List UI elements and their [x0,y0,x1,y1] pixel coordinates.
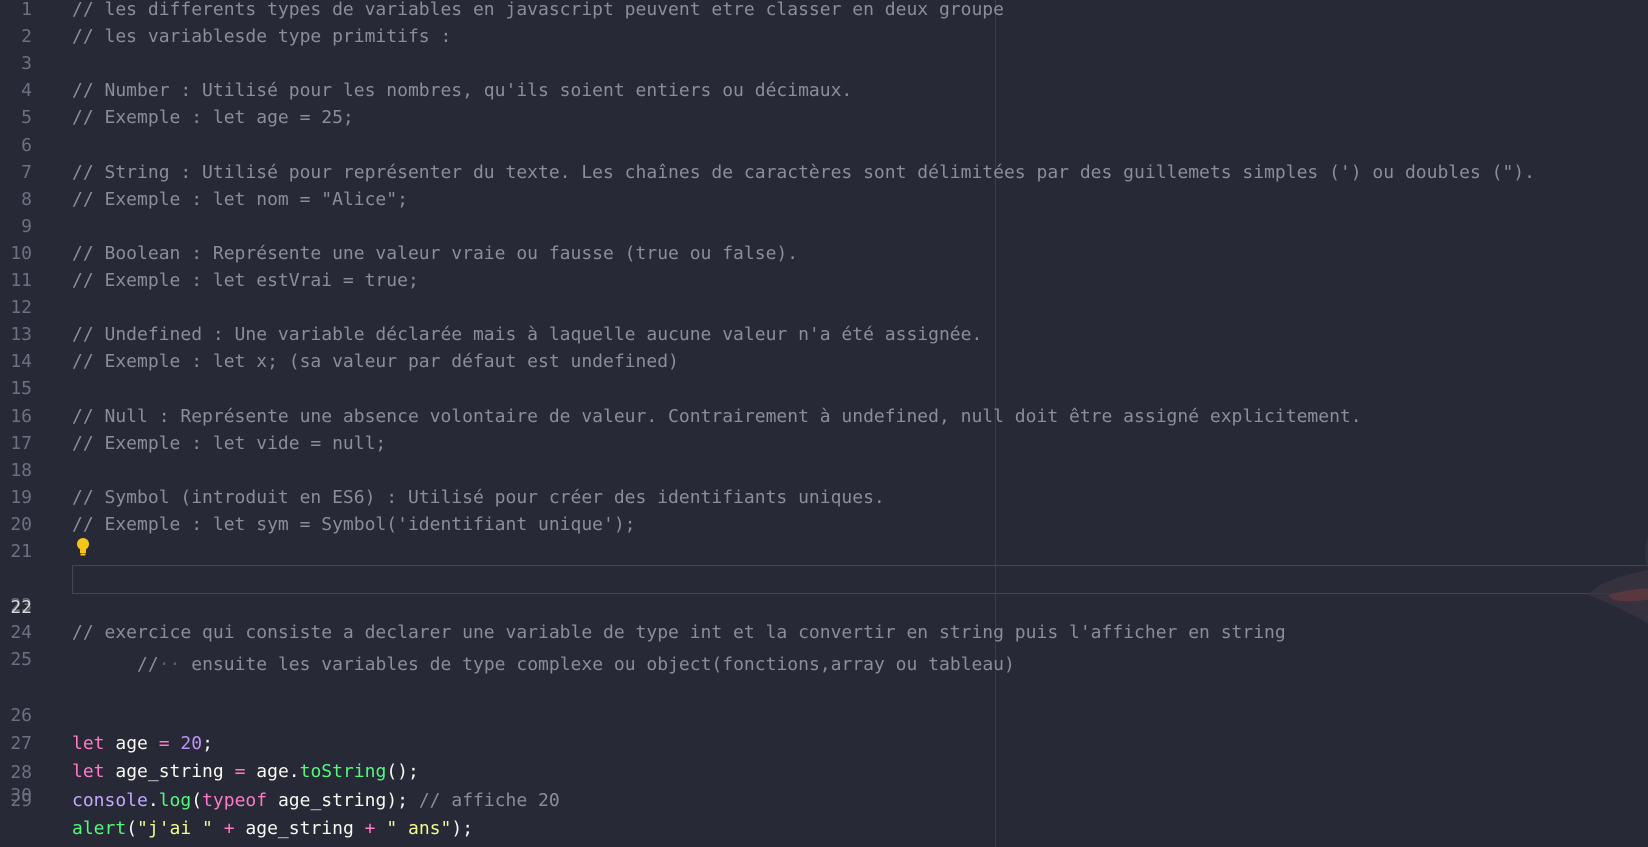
punctuation-token: ( [191,790,203,811]
punctuation-token: ); [451,818,474,839]
line-number: 14 [10,351,32,373]
code-line[interactable]: 21 [0,538,1648,567]
code-line[interactable]: 11 // Exemple : let estVrai = true; [0,267,1648,296]
function-token: log [158,790,192,811]
keyword-token: typeof [202,790,268,811]
code-line[interactable]: 28 console.log(typeof age_string); // af… [0,730,1648,812]
code-line[interactable]: 22 //·· ensuite les variables de type co… [0,565,1648,675]
code-editor[interactable]: 1 // les differents types de variables en… [0,0,1648,847]
line-number: 18 [10,459,32,481]
comment-token: // Exemple : let x; (sa valeur par défau… [72,351,679,373]
string-token: "j'ai " [137,818,213,839]
code-line[interactable]: 9 [0,213,1648,242]
code-line[interactable]: 6 [0,132,1648,161]
code-line[interactable]: 1 // les differents types de variables en… [0,0,1648,25]
comment-token: // les variablesde type primitifs : [72,26,452,48]
line-number: 13 [10,324,32,346]
variable-token: age_string [245,818,354,839]
code-line[interactable]: 23 [0,592,1648,621]
code-line[interactable]: 16 // Null : Représente une absence volon… [0,403,1648,432]
comment-token: // Exemple : let estVrai = true; [72,270,419,291]
whitespace-marker: ·· [158,653,181,675]
code-line[interactable]: 17 // Exemple : let vide = null; [0,430,1648,459]
code-line[interactable]: 10 // Boolean : Représente une valeur vra… [0,240,1648,269]
line-number: 11 [10,270,32,291]
line-number: 16 [10,405,32,427]
code-line[interactable]: 15 [0,375,1648,404]
background-decoration-image [1588,535,1648,624]
line-number: 17 [10,432,32,454]
code-line[interactable]: 20 // Exemple : let sym = Symbol('identif… [0,511,1648,540]
code-line[interactable]: 14 // Exemple : let x; (sa valeur par déf… [0,348,1648,377]
comment-token: ensuite les variables de type complexe o… [191,653,1015,675]
line-number: 4 [21,80,32,102]
punctuation-token: . [147,790,159,811]
line-number: 12 [10,297,32,319]
line-number: 10 [10,242,32,264]
comment-token: // les differents types de variables en … [72,0,1004,20]
string-token: " ans" [386,818,452,839]
line-number: 1 [21,0,32,20]
comment-token: // Exemple : let age = 25; [72,107,354,129]
code-line[interactable]: 7 // String : Utilisé pour représenter du… [0,159,1648,188]
comment-token: // affiche 20 [418,790,560,811]
punctuation-token: ); [386,790,408,811]
operator-token: + [364,818,376,839]
line-number: 6 [21,134,32,156]
lightbulb-icon[interactable] [76,537,90,557]
code-line[interactable]: 8 // Exemple : let nom = "Alice"; [0,186,1648,215]
code-line[interactable]: 12 [0,294,1648,323]
code-line[interactable]: 19 // Symbol (introduit en ES6) : Utilisé… [0,484,1648,513]
line-number: 19 [10,486,32,508]
comment-token: // String : Utilisé pour représenter du … [72,161,1535,183]
code-line[interactable]: 29 alert("j'ai " + age_string + " ans"); [0,758,1648,840]
comment-token: // Exemple : let vide = null; [72,432,387,454]
code-line[interactable]: 27 let age_string = age.toString(); [0,701,1648,783]
punctuation-token: ( [126,818,138,839]
comment-token: // Null : Représente une absence volonta… [72,405,1362,427]
comment-token: // Undefined : Une variable déclarée mai… [72,324,983,346]
line-number: 22 [10,596,32,618]
comment-token: // Symbol (introduit en ES6) : Utilisé p… [72,486,885,508]
comment-token: // Boolean : Représente une valeur vraie… [72,242,799,264]
comment-token: // [137,653,159,675]
line-number: 21 [10,541,32,562]
function-token: alert [72,818,127,839]
line-number: 7 [21,161,32,183]
line-number: 9 [21,215,32,237]
code-line[interactable]: 2 // les variablesde type primitifs : [0,23,1648,52]
line-number: 29 [10,789,32,811]
code-line[interactable]: 4 // Number : Utilisé pour les nombres, q… [0,77,1648,106]
line-number: 5 [21,107,32,129]
object-token: console [72,790,148,811]
line-number: 2 [21,26,32,48]
code-line[interactable]: 18 [0,457,1648,486]
code-line[interactable]: 26 let age = 20; [0,673,1648,755]
line-number: 8 [21,188,32,210]
comment-token: // Number : Utilisé pour les nombres, qu… [72,80,853,102]
operator-token: + [223,818,235,839]
code-line[interactable]: 3 [0,50,1648,79]
variable-token: age_string [277,790,387,811]
line-number: 3 [21,53,32,75]
code-line[interactable]: 5 // Exemple : let age = 25; [0,104,1648,133]
line-number: 20 [10,513,32,535]
line-number: 15 [10,378,32,400]
comment-token: // Exemple : let sym = Symbol('identifia… [72,513,636,535]
code-line[interactable]: 13 // Undefined : Une variable déclarée m… [0,321,1648,350]
comment-token: // Exemple : let nom = "Alice"; [72,188,408,210]
